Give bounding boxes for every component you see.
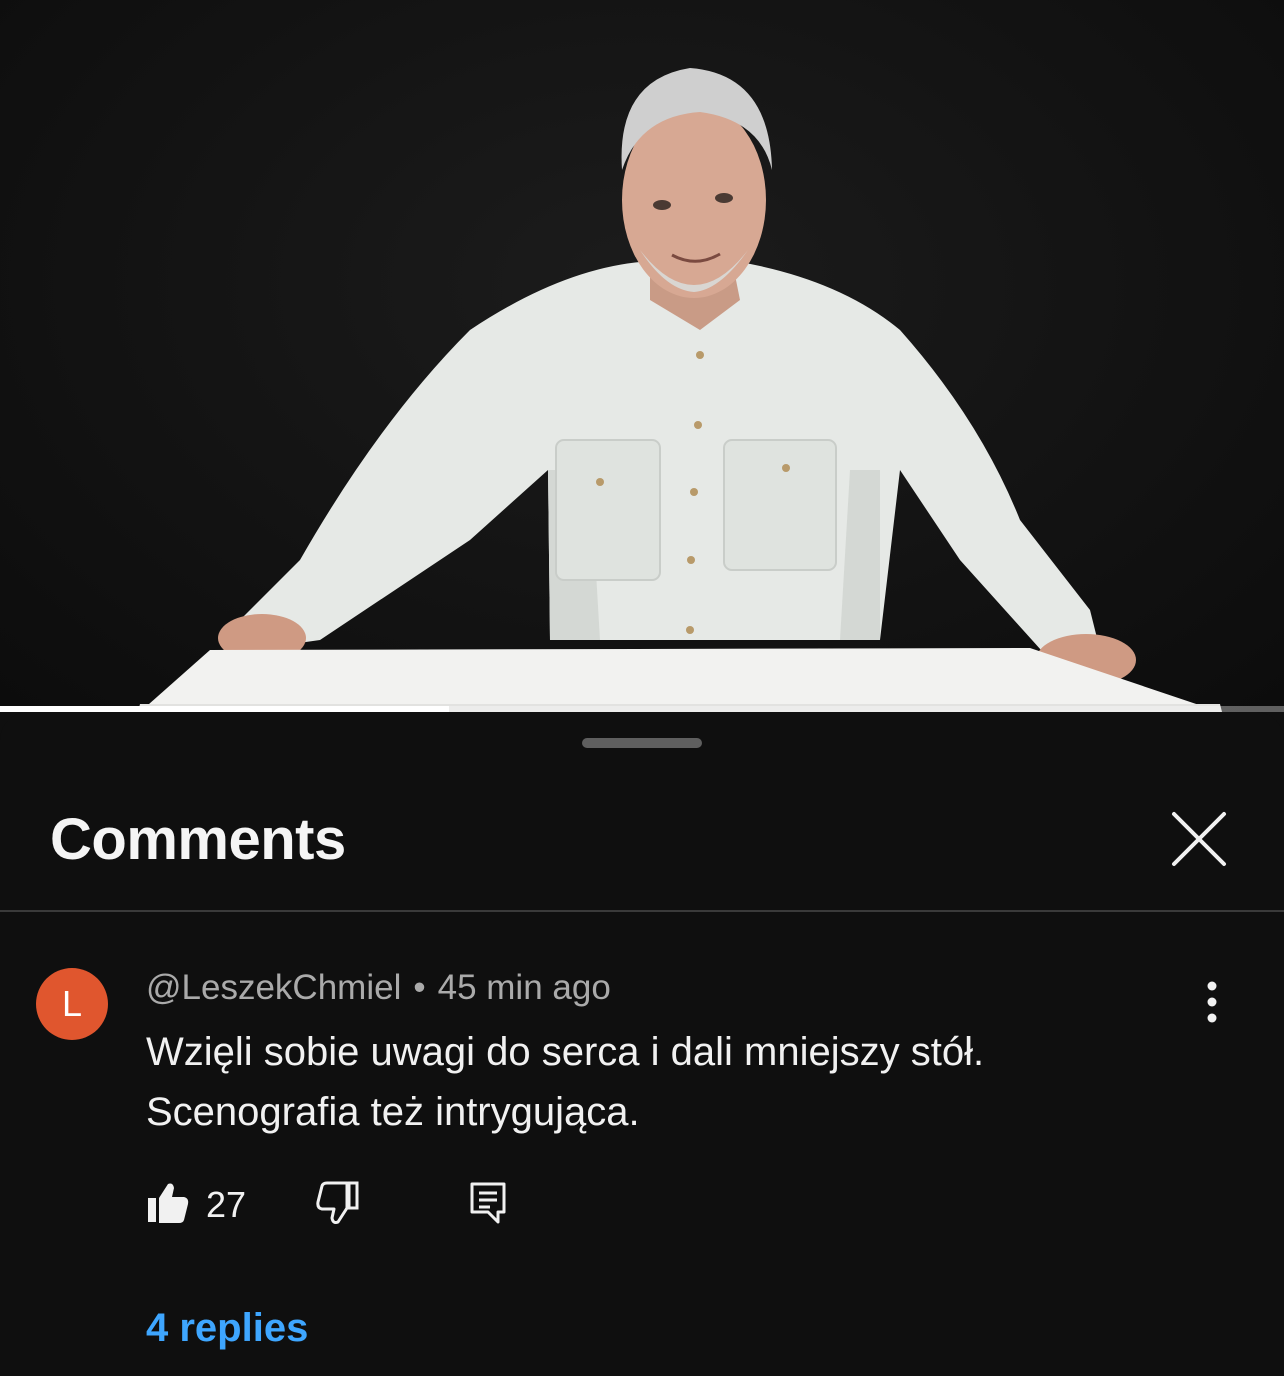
comments-panel: Comments L @LeszekChmiel • 45 min ago Wzię… [0, 712, 1284, 1376]
meta-separator: • [413, 968, 426, 1007]
close-button[interactable] [1164, 808, 1234, 872]
comment-more-button[interactable] [1192, 980, 1232, 1026]
comment-meta: @LeszekChmiel • 45 min ago [146, 968, 611, 1008]
comment-text-line: Scenografia też intrygująca. [146, 1090, 640, 1134]
like-button[interactable] [146, 1180, 190, 1226]
video-frame [138, 68, 1222, 712]
comment-author[interactable]: @LeszekChmiel [146, 968, 401, 1007]
reply-button[interactable] [468, 1180, 508, 1226]
like-count: 27 [206, 1184, 247, 1225]
comment-text: Wzięli sobie uwagi do serca i dali mniej… [146, 1022, 1166, 1142]
dislike-button[interactable] [316, 1180, 360, 1226]
close-icon [1172, 812, 1226, 866]
thumbs-up-icon [148, 1183, 189, 1223]
comment-time: 45 min ago [437, 968, 611, 1007]
more-vertical-icon [1207, 981, 1217, 1023]
comment-text-line: Wzięli sobie uwagi do serca i dali mniej… [146, 1030, 985, 1074]
avatar[interactable]: L [36, 968, 108, 1040]
reply-comment-icon [470, 1182, 506, 1224]
view-replies-link[interactable]: 4 replies [146, 1306, 308, 1351]
panel-title: Comments [50, 807, 346, 872]
thumbs-down-icon [316, 1181, 359, 1224]
drag-handle[interactable] [582, 738, 702, 748]
header-divider [0, 910, 1284, 912]
video-player[interactable] [0, 0, 1284, 712]
comment-actions: 27 [146, 1176, 546, 1232]
